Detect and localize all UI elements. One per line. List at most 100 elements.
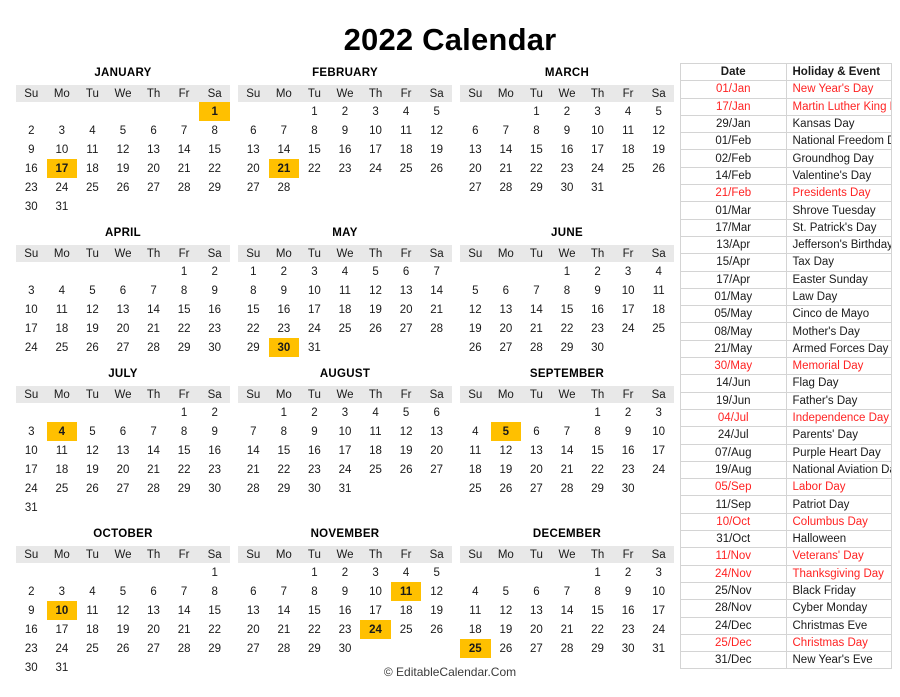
- day-cell[interactable]: 27: [238, 178, 269, 197]
- day-cell[interactable]: 2: [613, 563, 644, 582]
- day-cell[interactable]: 6: [421, 403, 452, 422]
- day-cell[interactable]: 22: [199, 159, 230, 178]
- day-cell[interactable]: 18: [391, 601, 422, 620]
- day-cell[interactable]: 22: [582, 620, 613, 639]
- day-cell[interactable]: 7: [169, 121, 200, 140]
- day-cell[interactable]: 8: [269, 422, 300, 441]
- day-cell[interactable]: 3: [613, 262, 644, 281]
- day-cell[interactable]: 13: [421, 422, 452, 441]
- day-cell[interactable]: 20: [521, 620, 552, 639]
- day-cell[interactable]: 2: [613, 403, 644, 422]
- day-cell[interactable]: 25: [77, 639, 108, 658]
- day-cell[interactable]: 14: [552, 601, 583, 620]
- day-cell[interactable]: 28: [552, 479, 583, 498]
- day-cell[interactable]: 6: [491, 281, 522, 300]
- day-cell[interactable]: 25: [47, 338, 78, 357]
- day-cell[interactable]: 8: [199, 582, 230, 601]
- day-cell[interactable]: 16: [613, 441, 644, 460]
- day-cell[interactable]: 17: [360, 140, 391, 159]
- day-cell[interactable]: 17: [16, 319, 47, 338]
- day-cell[interactable]: 16: [552, 140, 583, 159]
- day-cell[interactable]: 16: [613, 601, 644, 620]
- day-cell[interactable]: 14: [269, 140, 300, 159]
- day-cell[interactable]: 7: [421, 262, 452, 281]
- day-cell[interactable]: 31: [330, 479, 361, 498]
- day-cell[interactable]: 9: [552, 121, 583, 140]
- day-cell[interactable]: 5: [77, 422, 108, 441]
- day-cell[interactable]: 12: [421, 121, 452, 140]
- day-cell[interactable]: 24: [360, 159, 391, 178]
- day-cell[interactable]: 28: [269, 178, 300, 197]
- day-cell[interactable]: 10: [47, 140, 78, 159]
- day-cell[interactable]: 12: [108, 601, 139, 620]
- day-cell[interactable]: 23: [552, 159, 583, 178]
- day-cell[interactable]: 5: [490, 422, 522, 441]
- day-cell[interactable]: 19: [360, 300, 391, 319]
- day-cell[interactable]: 19: [491, 460, 522, 479]
- day-cell[interactable]: 26: [491, 639, 522, 658]
- day-cell[interactable]: 24: [330, 460, 361, 479]
- day-cell[interactable]: 25: [330, 319, 361, 338]
- day-cell[interactable]: 5: [421, 563, 452, 582]
- day-cell[interactable]: 3: [582, 102, 613, 121]
- day-cell[interactable]: 13: [108, 300, 139, 319]
- day-cell[interactable]: 28: [552, 639, 583, 658]
- day-cell[interactable]: 8: [552, 281, 583, 300]
- day-cell[interactable]: 20: [138, 159, 169, 178]
- day-cell[interactable]: 6: [521, 582, 552, 601]
- day-cell[interactable]: 23: [613, 620, 644, 639]
- day-cell[interactable]: 4: [460, 582, 491, 601]
- day-cell[interactable]: 20: [108, 460, 139, 479]
- day-cell[interactable]: 28: [138, 338, 169, 357]
- day-cell[interactable]: 13: [238, 140, 269, 159]
- day-cell[interactable]: 15: [199, 601, 230, 620]
- day-cell[interactable]: 20: [460, 159, 491, 178]
- day-cell[interactable]: 17: [299, 300, 330, 319]
- day-cell[interactable]: 18: [360, 441, 391, 460]
- day-cell[interactable]: 17: [46, 159, 78, 178]
- day-cell[interactable]: 27: [521, 479, 552, 498]
- day-cell[interactable]: 27: [491, 338, 522, 357]
- day-cell[interactable]: 24: [16, 338, 47, 357]
- day-cell[interactable]: 11: [47, 441, 78, 460]
- day-cell[interactable]: 3: [643, 563, 674, 582]
- day-cell[interactable]: 23: [16, 178, 47, 197]
- day-cell[interactable]: 28: [169, 639, 200, 658]
- day-cell[interactable]: 20: [521, 460, 552, 479]
- day-cell[interactable]: 25: [77, 178, 108, 197]
- day-cell[interactable]: 24: [643, 620, 674, 639]
- day-cell[interactable]: 24: [16, 479, 47, 498]
- day-cell[interactable]: 9: [269, 281, 300, 300]
- day-cell[interactable]: 27: [238, 639, 269, 658]
- day-cell[interactable]: 22: [199, 620, 230, 639]
- day-cell[interactable]: 12: [421, 582, 452, 601]
- day-cell[interactable]: 12: [391, 422, 422, 441]
- day-cell[interactable]: 23: [16, 639, 47, 658]
- day-cell[interactable]: 7: [269, 121, 300, 140]
- day-cell[interactable]: 15: [269, 441, 300, 460]
- day-cell[interactable]: 28: [269, 639, 300, 658]
- day-cell[interactable]: 9: [582, 281, 613, 300]
- day-cell[interactable]: 24: [643, 460, 674, 479]
- day-cell[interactable]: 20: [138, 620, 169, 639]
- day-cell[interactable]: 19: [460, 319, 491, 338]
- day-cell[interactable]: 6: [108, 422, 139, 441]
- day-cell[interactable]: 1: [552, 262, 583, 281]
- day-cell[interactable]: 24: [360, 620, 391, 639]
- day-cell[interactable]: 10: [613, 281, 644, 300]
- day-cell[interactable]: 19: [391, 441, 422, 460]
- day-cell[interactable]: 3: [643, 403, 674, 422]
- day-cell[interactable]: 8: [199, 121, 230, 140]
- day-cell[interactable]: 10: [582, 121, 613, 140]
- day-cell[interactable]: 9: [299, 422, 330, 441]
- day-cell[interactable]: 2: [199, 262, 230, 281]
- day-cell[interactable]: 2: [269, 262, 300, 281]
- day-cell[interactable]: 1: [521, 102, 552, 121]
- day-cell[interactable]: 5: [108, 121, 139, 140]
- day-cell[interactable]: 11: [77, 601, 108, 620]
- day-cell[interactable]: 14: [269, 601, 300, 620]
- day-cell[interactable]: 19: [421, 601, 452, 620]
- day-cell[interactable]: 4: [47, 281, 78, 300]
- day-cell[interactable]: 1: [269, 403, 300, 422]
- day-cell[interactable]: 12: [491, 601, 522, 620]
